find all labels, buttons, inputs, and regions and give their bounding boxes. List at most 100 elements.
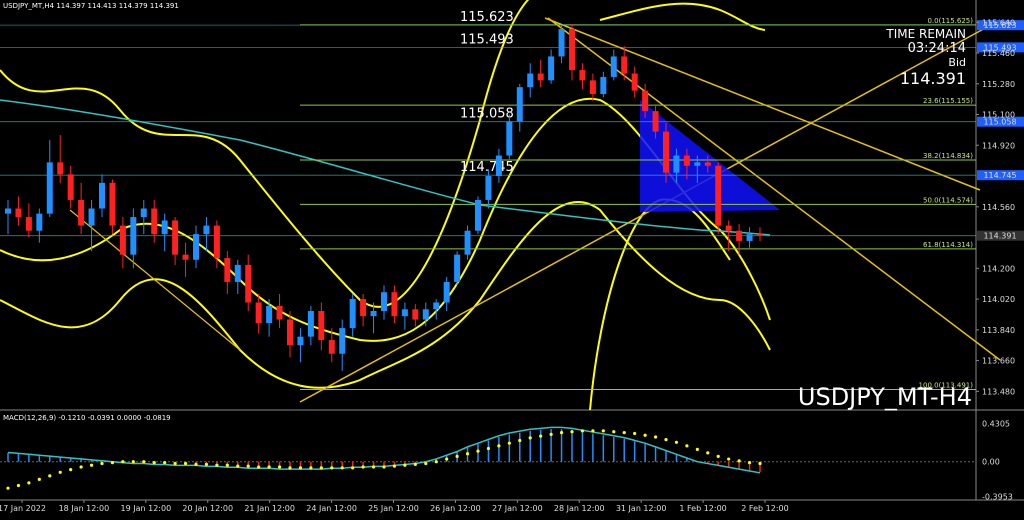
- candle-body: [99, 182, 105, 209]
- macd-signal-dot: [121, 460, 125, 464]
- candle-body: [548, 56, 555, 81]
- macd-signal-dot: [58, 470, 62, 474]
- macd-signal-dot: [246, 464, 250, 468]
- time-tick-label: 2 Feb 12:00: [741, 504, 788, 513]
- macd-signal-dot: [653, 435, 658, 439]
- candle-body: [683, 155, 690, 166]
- macd-tick-label: 0.4305: [982, 420, 1010, 429]
- candle-body: [663, 131, 669, 173]
- candle-body: [401, 309, 408, 317]
- macd-signal-dot: [445, 457, 449, 461]
- candle-body: [579, 70, 586, 81]
- macd-signal-dot: [215, 463, 219, 467]
- candle-body: [140, 208, 147, 218]
- macd-signal-dot: [747, 460, 752, 465]
- price-level-tag-text: 114.391: [983, 232, 1016, 241]
- candle-body: [495, 155, 502, 177]
- macd-signal-dot: [142, 460, 146, 464]
- fib-level-label: 0.0(115.625): [927, 17, 973, 25]
- candle-body: [203, 225, 210, 235]
- candle-body: [297, 336, 304, 346]
- macd-header: MACD(12,26,9) -0.1210 -0.0391 0.0000 -0.…: [3, 414, 171, 422]
- macd-signal-dot: [267, 465, 271, 469]
- macd-signal-dot: [204, 462, 209, 466]
- macd-signal-dot: [79, 465, 83, 469]
- chart-canvas[interactable]: 0.0(115.625) 23.6(115.155) 38.2(114.834) 50…: [0, 0, 1024, 520]
- macd-signal-dot: [518, 438, 522, 443]
- macd-signal-dot: [309, 466, 313, 470]
- fib-level-label: 61.8(114.314): [923, 241, 973, 249]
- macd-signal-dot: [194, 462, 198, 466]
- candle-body: [558, 29, 565, 57]
- candle-body: [109, 182, 116, 226]
- candle-body: [621, 56, 628, 74]
- macd-signal-dot: [298, 466, 303, 470]
- macd-signal-dot: [183, 461, 188, 466]
- macd-signal-dot: [549, 432, 553, 436]
- candle-body: [255, 302, 262, 323]
- fib-level-label: 23.6(115.155): [923, 97, 973, 105]
- time-tick-label: 17 Jan 2022: [0, 504, 46, 513]
- macd-signal-dot: [664, 438, 668, 442]
- candle-body: [725, 225, 732, 231]
- candle-body: [119, 225, 126, 255]
- price-tick-label: 113.480: [982, 387, 1015, 396]
- macd-signal-dot: [173, 461, 177, 466]
- candle-body: [600, 76, 607, 95]
- macd-signal-dot: [674, 440, 679, 444]
- macd-signal-dot: [277, 465, 282, 469]
- macd-signal-dot: [27, 481, 31, 485]
- macd-signal-dot: [361, 465, 365, 469]
- price-level-tag-text: 114.745: [983, 171, 1016, 180]
- macd-signal-dot: [612, 430, 616, 434]
- macd-signal-dot: [507, 441, 511, 445]
- candle-body: [506, 121, 513, 156]
- candle-body: [266, 305, 273, 323]
- price-tick-label: 115.280: [982, 80, 1015, 89]
- macd-tick-label: -0.3953: [982, 493, 1013, 502]
- price-level-chart-label: 115.493: [460, 32, 514, 47]
- macd-signal-dot: [497, 444, 501, 448]
- candle-body: [25, 217, 32, 231]
- candle-body: [569, 29, 575, 71]
- macd-tick-label: 0.00: [982, 458, 1000, 467]
- macd-signal-dot: [163, 460, 167, 465]
- time-tick-label: 31 Jan 12:00: [616, 504, 667, 513]
- macd-signal-dot: [424, 461, 428, 466]
- price-level-chart-label: 114.745: [460, 160, 514, 175]
- candle-body: [381, 292, 387, 312]
- candle-body: [704, 162, 711, 166]
- candle-body: [15, 208, 22, 218]
- candle-body: [276, 305, 283, 320]
- candle-body: [433, 302, 440, 310]
- candle-body: [422, 309, 429, 320]
- macd-signal-dot: [225, 463, 229, 467]
- candle-body: [5, 208, 11, 214]
- candle-body: [464, 230, 471, 255]
- candle-body: [652, 111, 659, 132]
- macd-signal-dot: [633, 431, 637, 436]
- macd-signal-dot: [48, 474, 52, 478]
- candle-body: [694, 162, 701, 166]
- macd-signal-dot: [455, 454, 459, 459]
- time-tick-label: 18 Jan 12:00: [59, 504, 110, 513]
- candle-body: [412, 309, 419, 320]
- macd-signal-dot: [727, 457, 731, 461]
- price-tick-label: 114.920: [982, 141, 1015, 150]
- candle-body: [78, 199, 85, 226]
- macd-signal-dot: [580, 429, 585, 433]
- macd-signal-dot: [685, 444, 689, 448]
- macd-signal-dot: [695, 447, 699, 451]
- time-tick-label: 27 Jan 12:00: [492, 504, 543, 513]
- candle-body: [715, 165, 722, 226]
- time-remain-value: 03:24:14: [908, 41, 966, 56]
- candle-body: [642, 90, 649, 112]
- macd-signal-dot: [16, 483, 21, 488]
- candle-body: [673, 155, 680, 173]
- time-tick-label: 25 Jan 12:00: [368, 504, 419, 513]
- macd-signal-dot: [716, 454, 720, 459]
- candle-body: [130, 217, 137, 255]
- candle-body: [224, 258, 231, 282]
- price-tick-label: 115.640: [982, 18, 1015, 27]
- candle-body: [161, 220, 168, 235]
